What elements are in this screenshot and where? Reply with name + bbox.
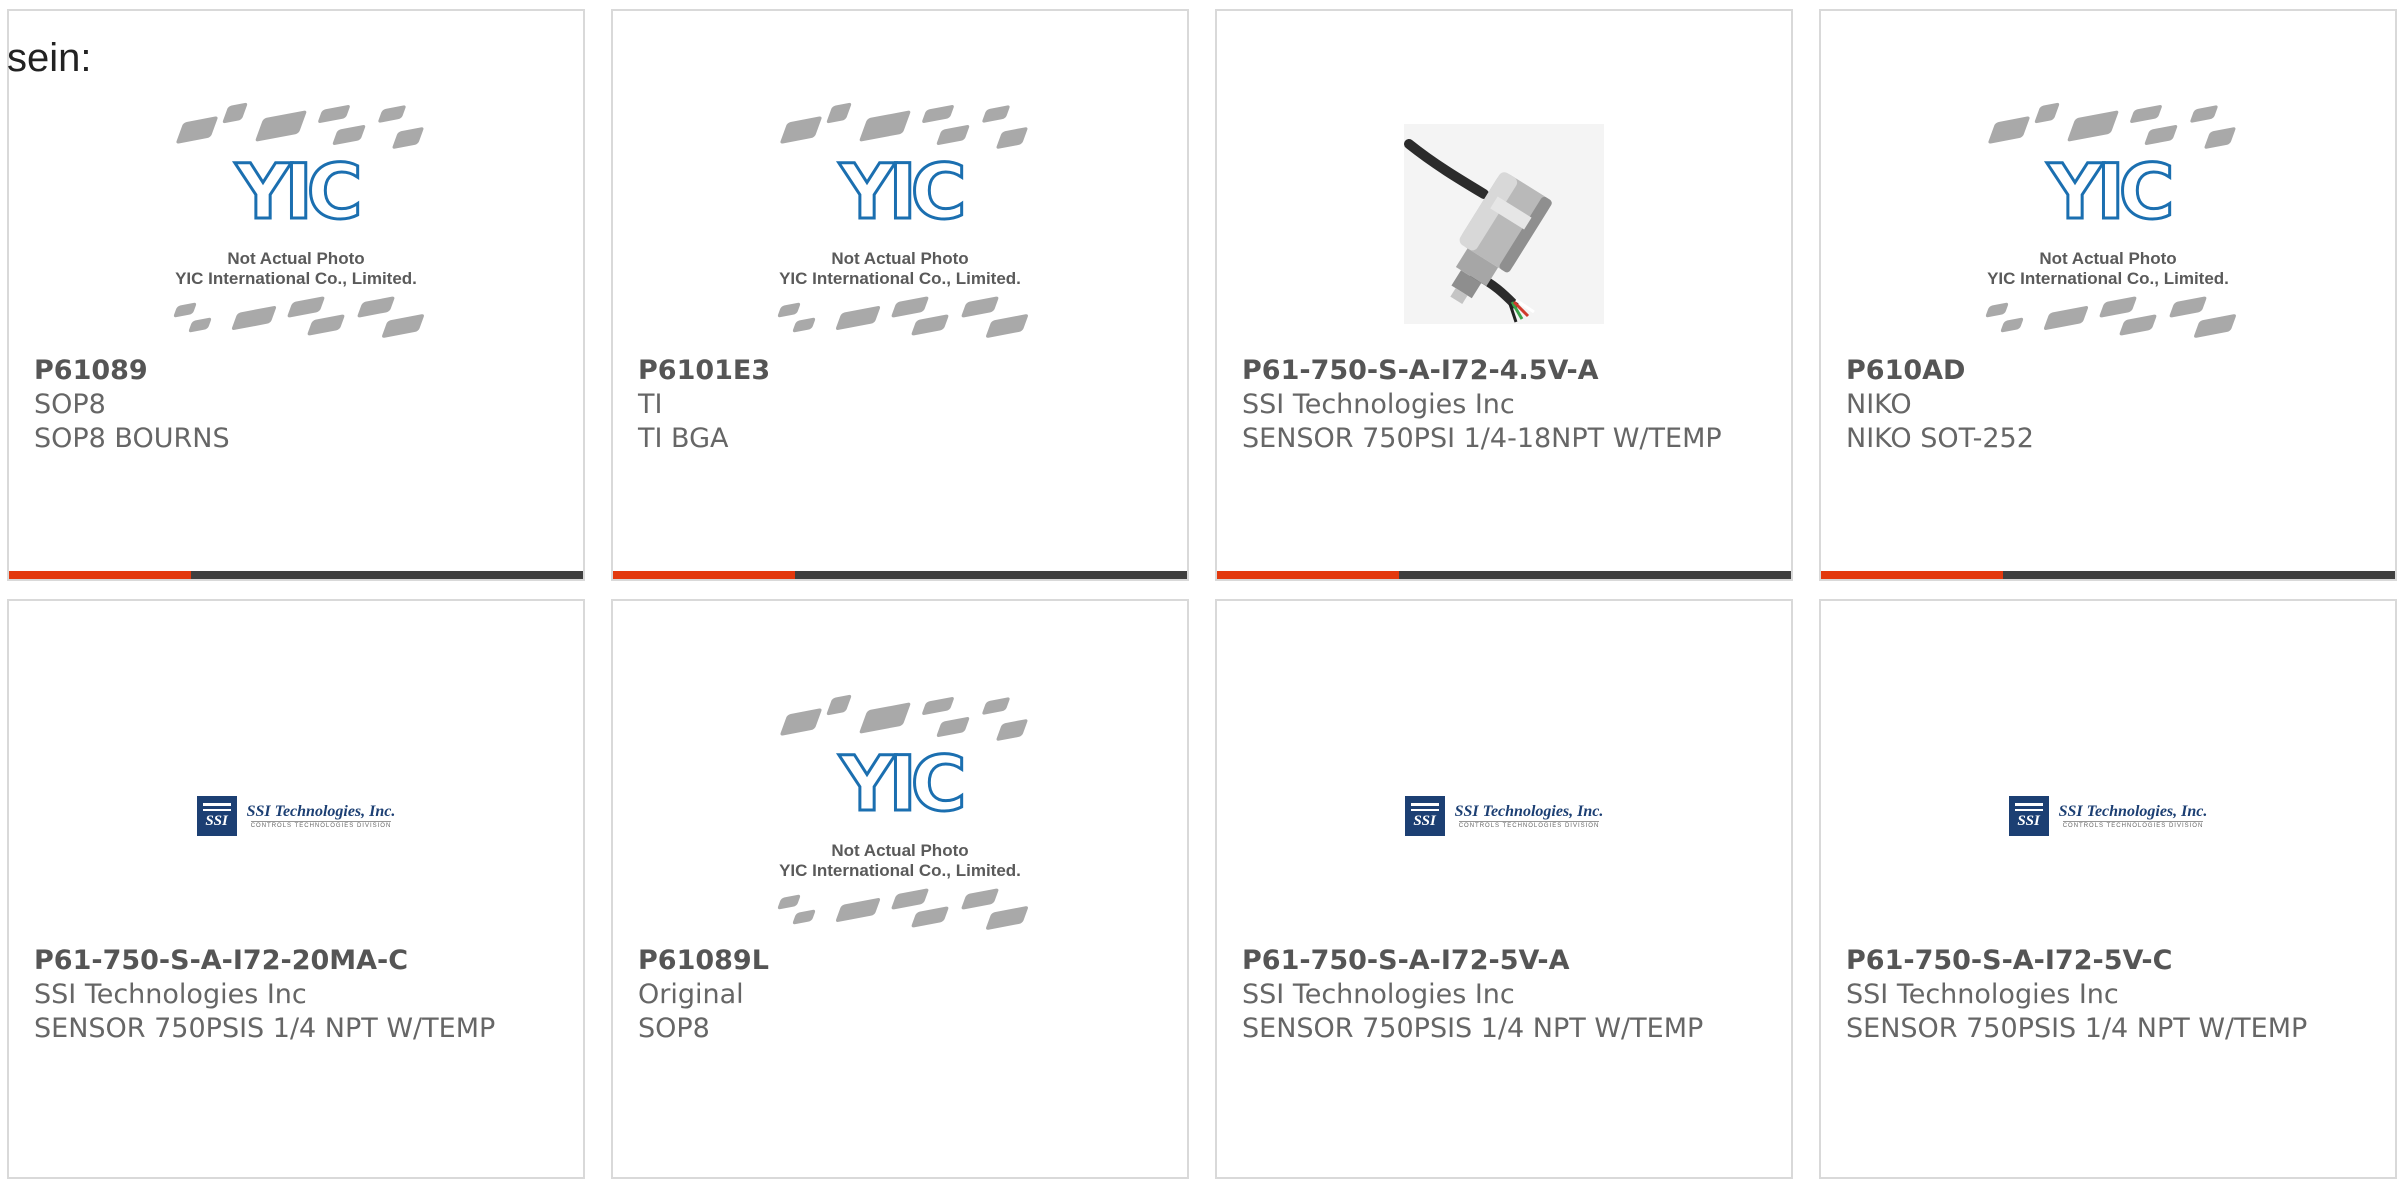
ssi-logo-name: SSI Technologies, Inc. (1454, 803, 1604, 820)
yic-placeholder-image: YIC Not Actual Photo YIC International C… (1973, 99, 2243, 349)
description: SOP8 (638, 1013, 710, 1044)
description: SENSOR 750PSI 1/4-18NPT W/TEMP (1242, 423, 1722, 454)
product-info: P61-750-S-A-I72-5V-C SSI Technologies In… (1846, 944, 2375, 1046)
product-info: P61089L Original SOP8 (638, 944, 1167, 1046)
product-card[interactable]: P61-750-S-A-I72-4.5V-A SSI Technologies … (1215, 9, 1793, 581)
placeholder-caption: Not Actual Photo YIC International Co., … (779, 249, 1021, 288)
ssi-logo-division: CONTROLS TECHNOLOGIES DIVISION (250, 821, 392, 829)
product-image[interactable]: SSI SSI Technologies, Inc. CONTROLS TECH… (9, 681, 583, 951)
placeholder-caption: Not Actual Photo YIC International Co., … (779, 841, 1021, 880)
ssi-mark-icon: SSI (2008, 796, 2049, 836)
yic-logo: YIC (838, 147, 968, 236)
ssi-mark-icon: SSI (1404, 796, 1445, 836)
yic-logo: YIC (2046, 147, 2176, 236)
part-number[interactable]: P6101E3 (638, 354, 1167, 388)
yic-placeholder-image: YIC Not Actual Photo YIC International C… (765, 691, 1035, 941)
part-number[interactable]: P61-750-S-A-I72-5V-C (1846, 944, 2375, 978)
yic-logo: YIC (838, 739, 968, 828)
part-number[interactable]: P61-750-S-A-I72-4.5V-A (1242, 354, 1771, 388)
yic-placeholder-image: YIC Not Actual Photo YIC International C… (161, 99, 431, 349)
product-grid: YIC Not Actual Photo YIC International C… (0, 0, 2400, 1179)
ssi-mark-icon: SSI (196, 796, 237, 836)
product-card[interactable]: SSI SSI Technologies, Inc. CONTROLS TECH… (1215, 599, 1793, 1179)
accent-stripe (1821, 571, 2003, 579)
part-number[interactable]: P610AD (1846, 354, 2375, 388)
ssi-logo-division: CONTROLS TECHNOLOGIES DIVISION (1458, 821, 1600, 829)
description: SENSOR 750PSIS 1/4 NPT W/TEMP (34, 1013, 496, 1044)
product-card[interactable]: YIC Not Actual Photo YIC International C… (7, 9, 585, 581)
product-card[interactable]: YIC Not Actual Photo YIC International C… (611, 9, 1189, 581)
placeholder-caption: Not Actual Photo YIC International Co., … (175, 249, 417, 288)
manufacturer: SOP8 (34, 389, 106, 420)
placeholder-caption: Not Actual Photo YIC International Co., … (1987, 249, 2229, 288)
product-info: P61-750-S-A-I72-4.5V-A SSI Technologies … (1242, 354, 1771, 456)
manufacturer: SSI Technologies Inc (1242, 389, 1515, 420)
description: SENSOR 750PSIS 1/4 NPT W/TEMP (1846, 1013, 2308, 1044)
product-card[interactable]: YIC Not Actual Photo YIC International C… (611, 599, 1189, 1179)
ssi-logo-image: SSI SSI Technologies, Inc. CONTROLS TECH… (1404, 796, 1604, 836)
ssi-logo-name: SSI Technologies, Inc. (2058, 803, 2208, 820)
accent-stripe (9, 571, 191, 579)
manufacturer: SSI Technologies Inc (1846, 979, 2119, 1010)
manufacturer: NIKO (1846, 389, 1912, 420)
product-image[interactable]: YIC Not Actual Photo YIC International C… (1821, 89, 2395, 359)
part-number[interactable]: P61089L (638, 944, 1167, 978)
description: NIKO SOT-252 (1846, 423, 2034, 454)
product-image[interactable]: SSI SSI Technologies, Inc. CONTROLS TECH… (1217, 681, 1791, 951)
accent-stripe (613, 571, 795, 579)
manufacturer: Original (638, 979, 744, 1010)
part-number[interactable]: P61089 (34, 354, 563, 388)
yic-logo: YIC (234, 147, 364, 236)
product-info: P61-750-S-A-I72-5V-A SSI Technologies In… (1242, 944, 1771, 1046)
card-footer-bar (9, 571, 583, 579)
intro-text: sein: (7, 36, 92, 80)
product-image[interactable] (1217, 89, 1791, 359)
card-footer-bar (1217, 571, 1791, 579)
yic-placeholder-image: YIC Not Actual Photo YIC International C… (765, 99, 1035, 349)
manufacturer: SSI Technologies Inc (1242, 979, 1515, 1010)
part-number[interactable]: P61-750-S-A-I72-5V-A (1242, 944, 1771, 978)
product-image[interactable]: YIC Not Actual Photo YIC International C… (613, 681, 1187, 951)
product-info: P6101E3 TI TI BGA (638, 354, 1167, 456)
card-footer-bar (1821, 571, 2395, 579)
part-number[interactable]: P61-750-S-A-I72-20MA-C (34, 944, 563, 978)
card-footer-bar (613, 571, 1187, 579)
ssi-logo-division: CONTROLS TECHNOLOGIES DIVISION (2062, 821, 2204, 829)
description: TI BGA (638, 423, 729, 454)
ssi-logo-image: SSI SSI Technologies, Inc. CONTROLS TECH… (196, 796, 396, 836)
accent-stripe (1217, 571, 1399, 579)
product-info: P61089 SOP8 SOP8 BOURNS (34, 354, 563, 456)
product-card[interactable]: YIC Not Actual Photo YIC International C… (1819, 9, 2397, 581)
ssi-logo-name: SSI Technologies, Inc. (246, 803, 396, 820)
product-image[interactable]: SSI SSI Technologies, Inc. CONTROLS TECH… (1821, 681, 2395, 951)
description: SENSOR 750PSIS 1/4 NPT W/TEMP (1242, 1013, 1704, 1044)
manufacturer: TI (638, 389, 663, 420)
product-card[interactable]: SSI SSI Technologies, Inc. CONTROLS TECH… (1819, 599, 2397, 1179)
pressure-sensor-photo (1404, 124, 1604, 324)
manufacturer: SSI Technologies Inc (34, 979, 307, 1010)
product-card[interactable]: SSI SSI Technologies, Inc. CONTROLS TECH… (7, 599, 585, 1179)
product-image[interactable]: YIC Not Actual Photo YIC International C… (613, 89, 1187, 359)
product-info: P61-750-S-A-I72-20MA-C SSI Technologies … (34, 944, 563, 1046)
description: SOP8 BOURNS (34, 423, 230, 454)
ssi-logo-image: SSI SSI Technologies, Inc. CONTROLS TECH… (2008, 796, 2208, 836)
product-info: P610AD NIKO NIKO SOT-252 (1846, 354, 2375, 456)
product-image[interactable]: YIC Not Actual Photo YIC International C… (9, 89, 583, 359)
